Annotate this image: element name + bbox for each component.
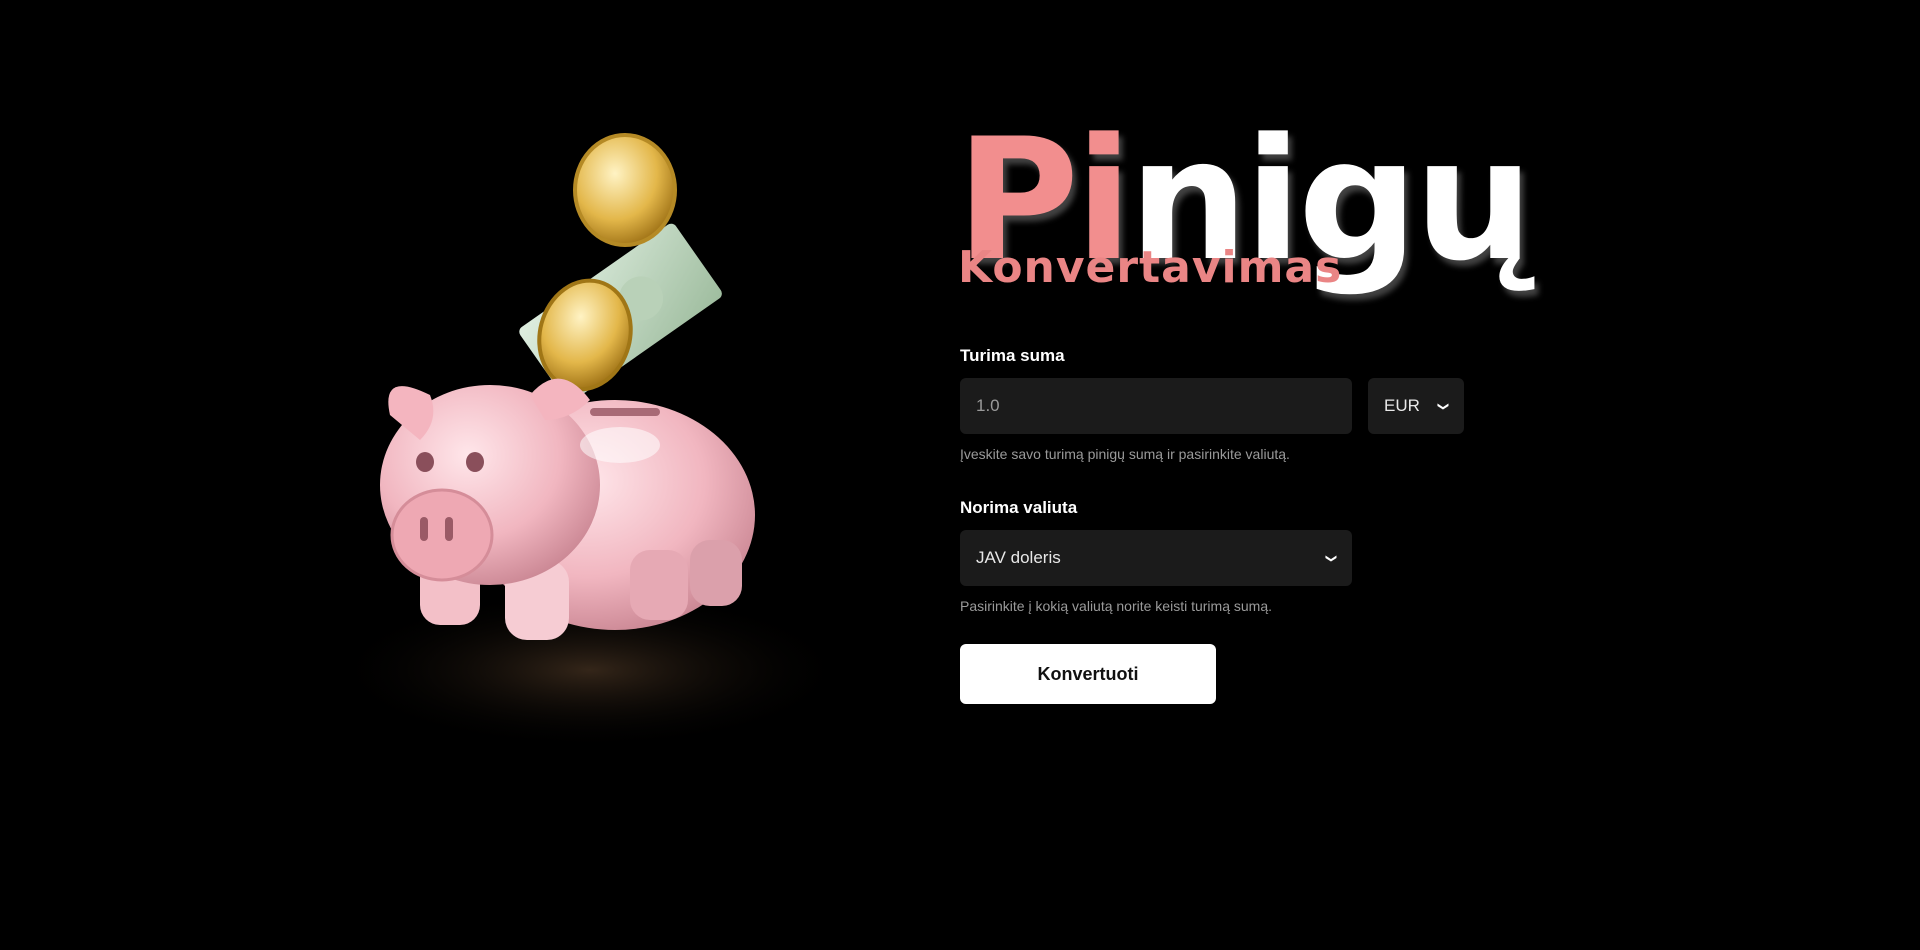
- chevron-down-icon: ❯: [1324, 553, 1337, 563]
- piggy-bank-illustration: [290, 110, 960, 810]
- target-group: Norima valiuta JAV doleris ❯ Pasirinkite…: [960, 498, 1480, 614]
- convert-button[interactable]: Konvertuoti: [960, 644, 1216, 704]
- amount-row: EUR ❯: [960, 378, 1480, 434]
- chevron-down-icon: ❯: [1436, 401, 1449, 411]
- amount-input[interactable]: [960, 378, 1352, 434]
- currency-selected: EUR: [1384, 396, 1420, 415]
- target-label: Norima valiuta: [960, 498, 1078, 517]
- target-selected: JAV doleris: [976, 548, 1061, 567]
- title-subtitle: Konvertavimas: [958, 242, 1343, 293]
- target-currency-select[interactable]: JAV doleris ❯: [960, 530, 1352, 586]
- page-title: Pinigų Konvertavimas: [956, 100, 1534, 300]
- amount-label: Turima suma: [960, 346, 1065, 365]
- amount-help-text: Įveskite savo turimą pinigų sumą ir pasi…: [960, 446, 1290, 462]
- target-help-text: Pasirinkite į kokią valiutą norite keist…: [960, 598, 1273, 614]
- converter-form: Turima suma EUR ❯ Įveskite savo turimą p…: [960, 346, 1480, 704]
- coin-icon: [573, 133, 677, 247]
- currency-select[interactable]: EUR ❯: [1368, 378, 1464, 434]
